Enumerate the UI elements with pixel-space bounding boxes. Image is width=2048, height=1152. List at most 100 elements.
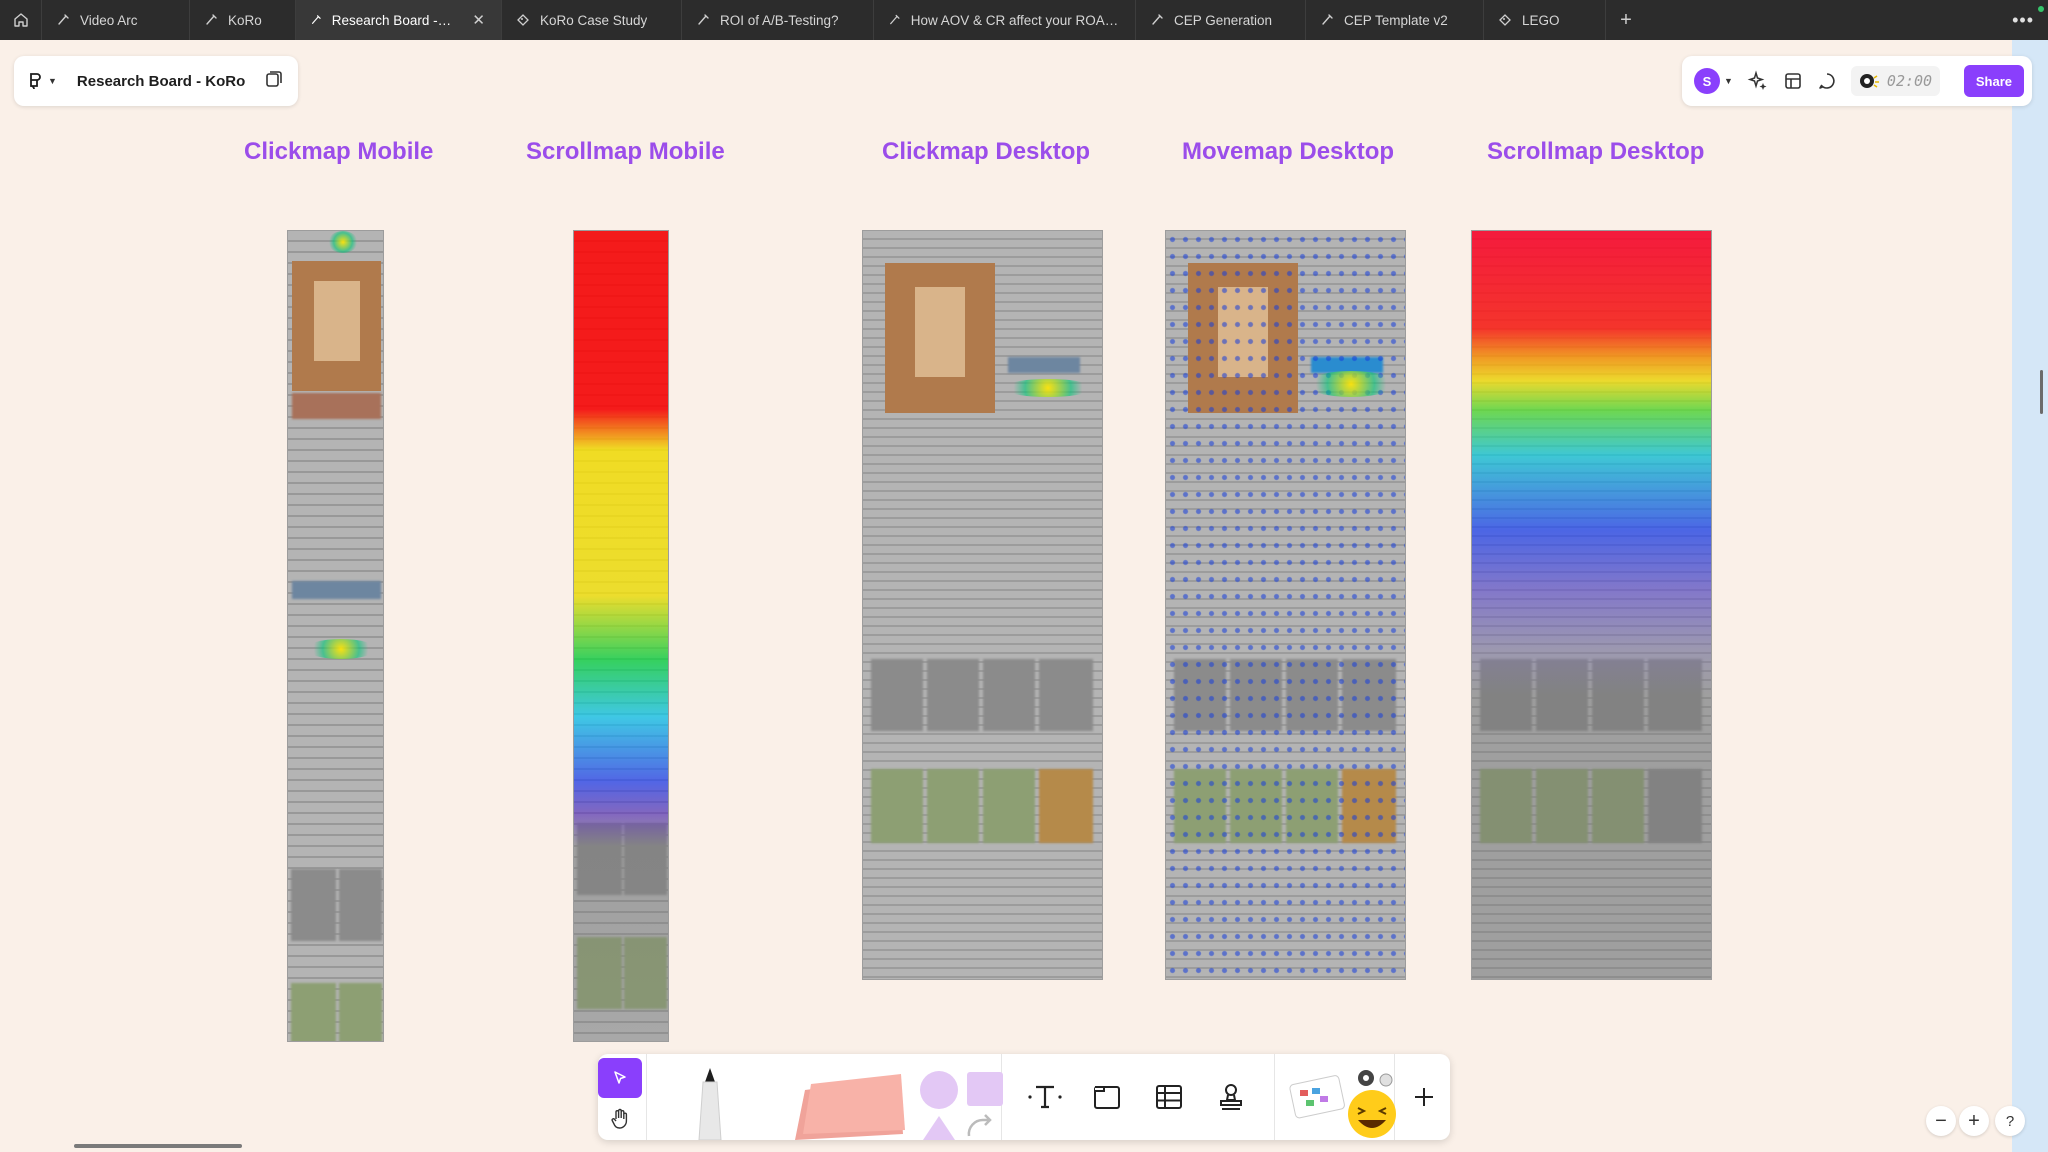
recommendation-tile — [339, 983, 382, 1041]
stickers-widgets[interactable] — [1278, 1054, 1397, 1140]
main-menu-button[interactable]: ▼ — [28, 71, 57, 91]
creation-toolbar — [598, 1054, 1450, 1140]
file-panel: ▼ Research Board - KoRo — [14, 56, 298, 106]
variant-swatches — [292, 581, 381, 599]
column-title-scrollmap-mobile: Scrollmap Mobile — [526, 138, 725, 165]
figjam-file-icon — [206, 14, 217, 25]
recommendation-tile — [927, 769, 979, 843]
tab-aov-cr-roas[interactable]: How AOV & CR affect your ROAS and — [874, 0, 1136, 40]
scroll-heat-overlay — [1472, 231, 1711, 979]
tab-lego[interactable]: LEGO — [1484, 0, 1606, 40]
select-tool[interactable] — [598, 1058, 642, 1098]
figma-file-icon — [1499, 14, 1511, 26]
scroll-heat-overlay — [574, 231, 668, 1041]
recommendation-tile — [927, 659, 979, 731]
vertical-scrollbar[interactable] — [2040, 370, 2043, 414]
stickers-icon — [1289, 1070, 1397, 1138]
section-tool[interactable] — [1084, 1074, 1130, 1120]
pages-button[interactable] — [264, 69, 284, 94]
tab-label: How AOV & CR affect your ROAS and — [910, 12, 1119, 28]
timer-button[interactable]: 02:00 — [1850, 66, 1941, 96]
tab-label: LEGO — [1522, 12, 1560, 28]
recommendation-tile — [1039, 769, 1093, 843]
sticky-note-icon[interactable] — [791, 1070, 911, 1140]
chevron-down-icon: ▼ — [48, 76, 57, 86]
new-tab-button[interactable]: + — [1606, 0, 1646, 40]
pages-icon — [266, 70, 282, 87]
hand-tool[interactable] — [598, 1102, 642, 1136]
more-options-icon[interactable]: ••• — [2012, 10, 2034, 31]
collaboration-panel: S ▼ 02:00 Share — [1682, 56, 2032, 106]
figjam-file-icon — [1322, 14, 1333, 25]
ai-sparkle-icon[interactable] — [1747, 70, 1769, 92]
clickmap-mobile-screenshot[interactable] — [287, 230, 384, 1042]
status-dot — [2038, 6, 2044, 12]
movement-dots-overlay — [1166, 231, 1405, 979]
product-image — [292, 261, 381, 391]
tab-video-arc[interactable]: Video Arc — [42, 0, 190, 40]
tab-roi-ab-testing[interactable]: ROI of A/B-Testing? — [682, 0, 874, 40]
figjam-file-icon — [890, 14, 900, 25]
click-hotspot — [306, 639, 376, 659]
column-title-clickmap-mobile: Clickmap Mobile — [244, 138, 434, 165]
product-image — [885, 263, 995, 413]
column-title-clickmap-desktop: Clickmap Desktop — [882, 138, 1091, 165]
column-title-scrollmap-desktop: Scrollmap Desktop — [1487, 138, 1705, 165]
user-menu[interactable]: S ▼ — [1694, 68, 1733, 94]
close-tab-icon[interactable]: ✕ — [472, 11, 485, 29]
plus-icon — [1415, 1088, 1434, 1106]
section-icon — [1093, 1086, 1120, 1109]
text-icon — [1027, 1085, 1062, 1109]
timer-readout: 02:00 — [1886, 72, 1933, 90]
home-icon — [13, 13, 28, 27]
shapes-icon[interactable] — [919, 1068, 1013, 1140]
recommendation-tile — [339, 869, 382, 941]
clickmap-desktop-screenshot[interactable] — [862, 230, 1103, 980]
text-tool[interactable] — [1022, 1074, 1068, 1120]
recommendation-tile — [291, 869, 336, 941]
tab-label: Video Arc — [80, 12, 138, 28]
layout-icon[interactable] — [1783, 71, 1803, 91]
figjam-canvas[interactable]: ▼ Research Board - KoRo S ▼ 02:00 Share … — [0, 40, 2048, 1152]
timer-icon — [1859, 74, 1879, 88]
help-button[interactable]: ? — [1995, 1106, 2025, 1136]
movemap-desktop-screenshot[interactable] — [1165, 230, 1406, 980]
tab-label: KoRo — [228, 12, 262, 28]
click-hotspot — [1003, 379, 1093, 397]
variant-swatches — [1008, 357, 1080, 373]
tab-koro-case-study[interactable]: KoRo Case Study — [502, 0, 682, 40]
tab-research-board-koro[interactable]: Research Board - KoRo ✕ — [296, 0, 502, 40]
comment-icon[interactable] — [1817, 71, 1837, 91]
zoom-in-button[interactable]: + — [1959, 1106, 1989, 1136]
chevron-down-icon: ▼ — [1724, 76, 1733, 86]
file-title[interactable]: Research Board - KoRo — [77, 73, 245, 90]
tab-label: KoRo Case Study — [540, 12, 648, 28]
table-tool[interactable] — [1146, 1074, 1192, 1120]
home-button[interactable] — [0, 0, 42, 40]
horizontal-scrollbar[interactable] — [74, 1144, 242, 1148]
movement-hotspot — [1306, 371, 1396, 397]
marker-pen-icon[interactable] — [693, 1064, 727, 1140]
zoom-out-button[interactable]: − — [1926, 1106, 1956, 1136]
tab-cep-generation[interactable]: CEP Generation — [1136, 0, 1306, 40]
browser-tab-bar: Video Arc KoRo Research Board - KoRo ✕ K… — [0, 0, 2048, 40]
tab-koro[interactable]: KoRo — [190, 0, 296, 40]
figjam-file-icon — [1152, 14, 1163, 25]
column-title-movemap-desktop: Movemap Desktop — [1182, 138, 1395, 165]
hand-icon — [611, 1108, 628, 1129]
tab-label: Research Board - KoRo — [331, 12, 453, 28]
figjam-file-icon — [311, 15, 321, 24]
figjam-file-icon — [698, 14, 709, 25]
avatar: S — [1694, 68, 1720, 94]
scrollmap-desktop-screenshot[interactable] — [1471, 230, 1712, 980]
recommendation-tile — [871, 769, 923, 843]
scrollmap-mobile-screenshot[interactable] — [573, 230, 669, 1042]
stamp-tool[interactable] — [1208, 1074, 1254, 1120]
drawing-tools — [651, 1054, 1003, 1140]
table-icon — [1155, 1085, 1182, 1109]
tab-cep-template-v2[interactable]: CEP Template v2 — [1306, 0, 1484, 40]
plus-icon: + — [1620, 8, 1632, 31]
minus-icon: − — [1935, 1109, 1947, 1132]
share-button[interactable]: Share — [1963, 65, 2024, 97]
figjam-logo-icon — [30, 73, 41, 90]
